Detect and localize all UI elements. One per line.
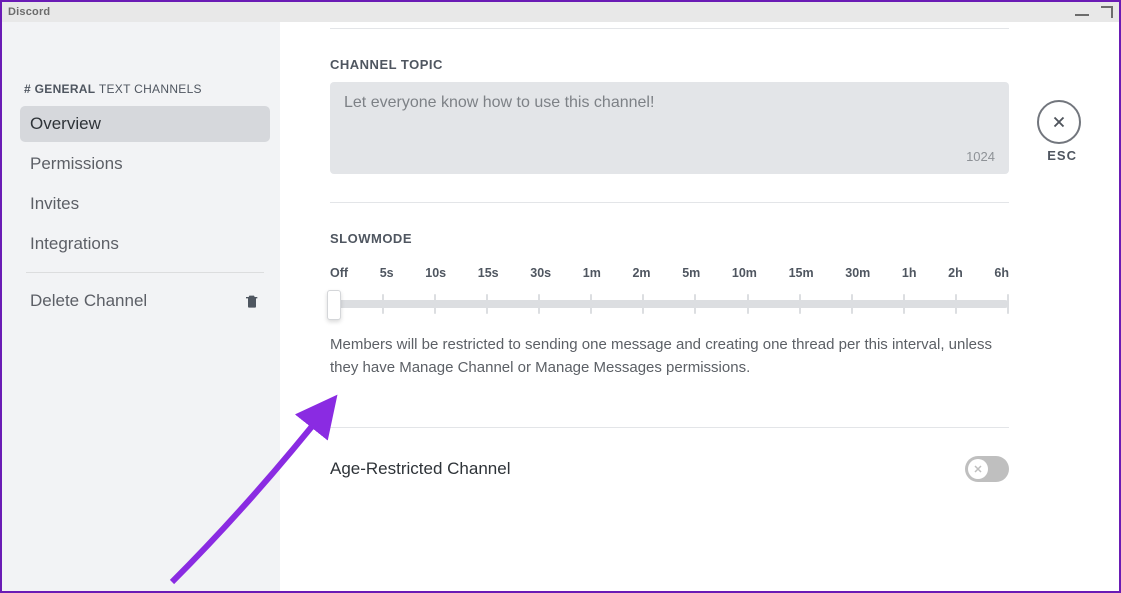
sidebar-category: TEXT CHANNELS — [99, 82, 202, 96]
sidebar-item-label: Overview — [30, 114, 101, 133]
trash-icon — [244, 293, 260, 309]
hash-icon: # — [24, 82, 31, 96]
slowmode-tick-label: 15m — [789, 266, 814, 280]
slowmode-slider[interactable] — [330, 290, 1009, 320]
channel-topic-placeholder: Let everyone know how to use this channe… — [344, 94, 654, 111]
slowmode-thumb[interactable] — [327, 290, 341, 320]
slowmode-tick-label: 1m — [583, 266, 601, 280]
window-titlebar: Discord — [2, 2, 1119, 23]
sidebar-divider — [26, 272, 264, 273]
slowmode-tick-label: 30s — [530, 266, 551, 280]
slowmode-tick-label: 30m — [845, 266, 870, 280]
channel-topic-label: CHANNEL TOPIC — [330, 57, 1009, 72]
close-button[interactable] — [1037, 100, 1081, 144]
close-icon — [1050, 113, 1068, 131]
channel-topic-char-limit: 1024 — [966, 149, 995, 164]
age-restricted-label: Age-Restricted Channel — [330, 459, 510, 479]
settings-sidebar: # GENERAL TEXT CHANNELS Overview Permiss… — [2, 22, 280, 591]
slowmode-tick-label: 15s — [478, 266, 499, 280]
slowmode-tick-label: 10s — [425, 266, 446, 280]
sidebar-item-integrations[interactable]: Integrations — [20, 226, 270, 262]
section-divider — [330, 427, 1009, 428]
slowmode-tick-label: 5m — [682, 266, 700, 280]
delete-channel-label: Delete Channel — [30, 291, 147, 311]
channel-topic-input[interactable]: Let everyone know how to use this channe… — [330, 82, 1009, 174]
age-restricted-row: Age-Restricted Channel — [330, 456, 1009, 482]
section-divider — [330, 202, 1009, 203]
sidebar-channel-name: GENERAL — [35, 82, 96, 96]
slowmode-tick-labels: Off 5s 10s 15s 30s 1m 2m 5m 10m 15m 30m 1h 2h 6h — [330, 266, 1009, 280]
toggle-knob — [968, 459, 988, 479]
slowmode-tick-label: 2m — [632, 266, 650, 280]
slowmode-tick-label: 1h — [902, 266, 917, 280]
section-divider — [330, 28, 1009, 29]
sidebar-item-label: Integrations — [30, 234, 119, 253]
slowmode-tick-label: 5s — [380, 266, 394, 280]
slowmode-tick-label: 10m — [732, 266, 757, 280]
app-title: Discord — [8, 6, 50, 18]
slowmode-tick-label: 6h — [994, 266, 1009, 280]
window-minimize-icon[interactable] — [1075, 14, 1089, 16]
slowmode-tick-label: Off — [330, 266, 348, 280]
slowmode-track — [330, 300, 1009, 308]
sidebar-item-label: Invites — [30, 194, 79, 213]
age-restricted-toggle[interactable] — [965, 456, 1009, 482]
esc-label: ESC — [1047, 148, 1077, 163]
slowmode-help-text: Members will be restricted to sending on… — [330, 334, 1009, 379]
sidebar-item-overview[interactable]: Overview — [20, 106, 270, 142]
slowmode-label: SLOWMODE — [330, 231, 1009, 246]
sidebar-item-invites[interactable]: Invites — [20, 186, 270, 222]
sidebar-heading: # GENERAL TEXT CHANNELS — [24, 82, 270, 96]
toggle-off-icon — [972, 463, 984, 475]
window-maximize-icon[interactable] — [1101, 6, 1113, 18]
delete-channel-button[interactable]: Delete Channel — [20, 283, 270, 319]
sidebar-item-label: Permissions — [30, 154, 123, 173]
slowmode-tick-label: 2h — [948, 266, 963, 280]
sidebar-item-permissions[interactable]: Permissions — [20, 146, 270, 182]
settings-main: ESC CHANNEL TOPIC Let everyone know how … — [280, 22, 1119, 591]
